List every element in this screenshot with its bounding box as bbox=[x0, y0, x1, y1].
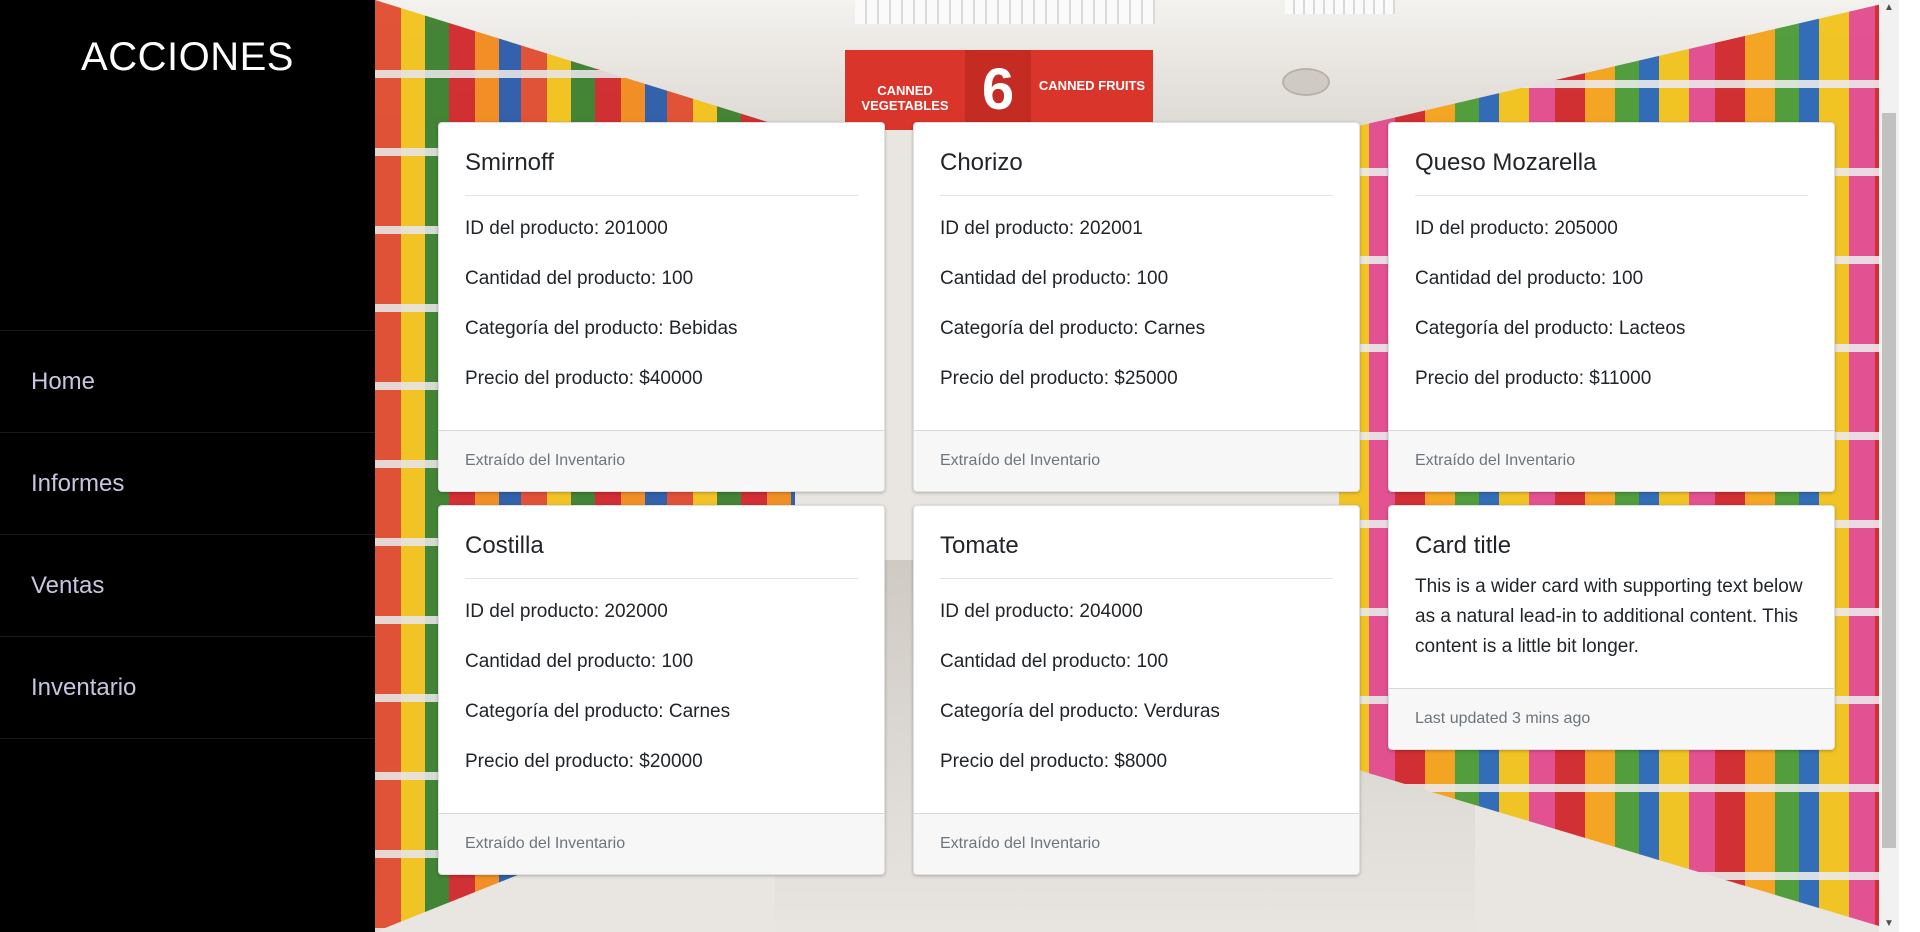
product-id: ID del producto: 204000 bbox=[940, 601, 1143, 622]
card-footer: Extraído del Inventario bbox=[1389, 430, 1834, 491]
product-id: ID del producto: 205000 bbox=[1415, 218, 1618, 239]
product-quantity: Cantidad del producto: 100 bbox=[1415, 268, 1644, 289]
product-price: Precio del producto: $11000 bbox=[1415, 368, 1652, 389]
product-card: Tomate ID del producto: 204000 Cantidad … bbox=[913, 505, 1360, 875]
card-footer: Extraído del Inventario bbox=[439, 813, 884, 874]
card-body: Smirnoff ID del producto: 201000 Cantida… bbox=[439, 123, 884, 430]
card-footer: Extraído del Inventario bbox=[914, 813, 1359, 874]
product-category: Categoría del producto: Carnes bbox=[465, 701, 731, 722]
scroll-down-icon[interactable]: ▼ bbox=[1879, 916, 1899, 932]
product-price: Precio del producto: $20000 bbox=[465, 751, 703, 772]
card-title: Card title bbox=[1415, 532, 1512, 559]
product-category: Categoría del producto: Verduras bbox=[940, 701, 1220, 722]
product-price: Precio del producto: $25000 bbox=[940, 368, 1178, 389]
product-quantity: Cantidad del producto: 100 bbox=[465, 268, 694, 289]
bg-ceiling-light-2 bbox=[1285, 0, 1395, 14]
product-card: Queso Mozarella ID del producto: 205000 … bbox=[1388, 122, 1835, 492]
product-quantity: Cantidad del producto: 100 bbox=[940, 268, 1169, 289]
scroll-up-icon[interactable]: ▲ bbox=[1879, 0, 1899, 16]
sidebar-item-informes[interactable]: Informes bbox=[0, 433, 375, 535]
sidebar-item-home[interactable]: Home bbox=[0, 331, 375, 433]
aisle-sign: CANNED VEGETABLES 6 CANNED FRUITS bbox=[845, 50, 1153, 130]
scrollbar-thumb[interactable] bbox=[1882, 113, 1896, 848]
card-body: Costilla ID del producto: 202000 Cantida… bbox=[439, 506, 884, 813]
card-text: This is a wider card with supporting tex… bbox=[1415, 576, 1803, 657]
product-id: ID del producto: 202001 bbox=[940, 218, 1143, 239]
info-card: Card title This is a wider card with sup… bbox=[1388, 505, 1835, 750]
bg-smoke-detector bbox=[1282, 68, 1330, 96]
product-price: Precio del producto: $40000 bbox=[465, 368, 703, 389]
app-window: ACCIONES Home Informes Ventas Inventario… bbox=[0, 0, 1920, 932]
card-body: Chorizo ID del producto: 202001 Cantidad… bbox=[914, 123, 1359, 430]
card-body: Queso Mozarella ID del producto: 205000 … bbox=[1389, 123, 1834, 430]
card-title: Tomate bbox=[940, 532, 1333, 579]
sidebar-title: ACCIONES bbox=[81, 35, 294, 79]
card-title: Queso Mozarella bbox=[1415, 149, 1808, 196]
sidebar: ACCIONES Home Informes Ventas Inventario bbox=[0, 0, 375, 932]
sidebar-item-ventas[interactable]: Ventas bbox=[0, 535, 375, 637]
vertical-scrollbar[interactable]: ▲ ▼ bbox=[1879, 0, 1899, 932]
product-quantity: Cantidad del producto: 100 bbox=[940, 651, 1169, 672]
product-card: Costilla ID del producto: 202000 Cantida… bbox=[438, 505, 885, 875]
product-card: Chorizo ID del producto: 202001 Cantidad… bbox=[913, 122, 1360, 492]
card-title: Costilla bbox=[465, 532, 858, 579]
card-footer: Last updated 3 mins ago bbox=[1389, 688, 1834, 749]
product-category: Categoría del producto: Carnes bbox=[940, 318, 1206, 339]
product-quantity: Cantidad del producto: 100 bbox=[465, 651, 694, 672]
card-title: Chorizo bbox=[940, 149, 1333, 196]
sidebar-item-inventario[interactable]: Inventario bbox=[0, 637, 375, 739]
product-category: Categoría del producto: Bebidas bbox=[465, 318, 738, 339]
card-body: Tomate ID del producto: 204000 Cantidad … bbox=[914, 506, 1359, 813]
sidebar-nav: Home Informes Ventas Inventario bbox=[0, 330, 375, 739]
product-id: ID del producto: 202000 bbox=[465, 601, 668, 622]
card-body: Card title This is a wider card with sup… bbox=[1389, 506, 1834, 688]
product-price: Precio del producto: $8000 bbox=[940, 751, 1168, 772]
main-content: CANNED VEGETABLES 6 CANNED FRUITS Smirno… bbox=[375, 0, 1899, 932]
product-card: Smirnoff ID del producto: 201000 Cantida… bbox=[438, 122, 885, 492]
product-id: ID del producto: 201000 bbox=[465, 218, 668, 239]
card-footer: Extraído del Inventario bbox=[914, 430, 1359, 491]
bg-ceiling-light bbox=[855, 0, 1155, 24]
product-category: Categoría del producto: Lacteos bbox=[1415, 318, 1686, 339]
card-title: Smirnoff bbox=[465, 149, 858, 196]
card-footer: Extraído del Inventario bbox=[439, 430, 884, 491]
aisle-sign-number: 6 bbox=[965, 50, 1031, 130]
